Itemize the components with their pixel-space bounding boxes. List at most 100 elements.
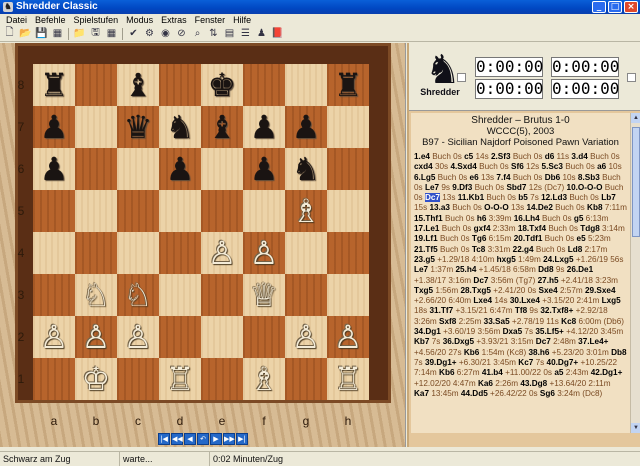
square-b8[interactable]	[75, 64, 117, 106]
back-button[interactable]: ◀	[184, 433, 196, 445]
move-token[interactable]: a5	[554, 368, 563, 377]
move-token[interactable]: 15.Thf1	[414, 214, 443, 223]
menu-extras[interactable]: Extras	[157, 14, 191, 26]
square-f7[interactable]: ♟	[243, 106, 285, 148]
move-token[interactable]: Sg6	[540, 389, 555, 398]
move-token[interactable]: 29.Sxe4	[585, 286, 616, 295]
move-token[interactable]: 39.Dg1+	[425, 358, 457, 367]
close-button[interactable]: ×	[624, 1, 638, 13]
white-piece-icon[interactable]: ♖	[334, 363, 363, 395]
square-h4[interactable]	[327, 232, 369, 274]
black-piece-icon[interactable]: ♜	[40, 69, 69, 101]
square-d8[interactable]	[159, 64, 201, 106]
square-f5[interactable]	[243, 190, 285, 232]
square-h5[interactable]	[327, 190, 369, 232]
move-token[interactable]: gxf4	[474, 224, 491, 233]
hint-icon[interactable]: ◉	[158, 27, 173, 41]
move-token[interactable]: 41.b4	[482, 368, 503, 377]
move-token[interactable]: 34.Dg1	[414, 327, 441, 336]
notation-pane[interactable]: Shredder – Brutus 1-0 WCCC(5), 2003 B97 …	[411, 113, 630, 433]
forward-button[interactable]: ▶	[210, 433, 222, 445]
square-d2[interactable]	[159, 316, 201, 358]
move-token[interactable]: 7.f4	[496, 173, 510, 182]
move-token[interactable]: 28.Txg5	[460, 286, 491, 295]
new-icon[interactable]: 🗋	[2, 27, 17, 41]
move-token[interactable]: 44.Dd5	[461, 389, 488, 398]
move-token[interactable]: Dc7	[424, 193, 440, 203]
move-token[interactable]: e6	[470, 173, 479, 182]
notation-scrollbar[interactable]: ▲ ▼	[630, 113, 640, 433]
move-token[interactable]: Dc7	[536, 337, 551, 346]
move-token[interactable]: 16.Lh4	[514, 214, 540, 223]
move-token[interactable]: 33.Sa5	[484, 317, 510, 326]
move-token[interactable]: 36.Dxg5	[443, 337, 474, 346]
square-e5[interactable]	[201, 190, 243, 232]
move-token[interactable]: 43.Dg8	[520, 379, 547, 388]
move-token[interactable]: Ka6	[478, 379, 493, 388]
square-h1[interactable]: ♖	[327, 358, 369, 400]
scroll-up-arrow[interactable]: ▲	[631, 113, 640, 123]
move-token[interactable]: 42.Dg1+	[591, 368, 623, 377]
square-d4[interactable]	[159, 232, 201, 274]
move-token[interactable]: Le7	[414, 265, 428, 274]
engine-icon[interactable]: ⚙	[142, 27, 157, 41]
black-piece-icon[interactable]: ♜	[334, 69, 363, 101]
black-piece-icon[interactable]: ♝	[208, 111, 237, 143]
move-token[interactable]: 19.Lf1	[414, 234, 438, 243]
square-e4[interactable]: ♙	[201, 232, 243, 274]
move-token[interactable]: Txg5	[414, 286, 433, 295]
takeback-button[interactable]: ↶	[197, 433, 209, 445]
square-b1[interactable]: ♔	[75, 358, 117, 400]
white-piece-icon[interactable]: ♙	[82, 321, 111, 353]
move-token[interactable]: Sxe4	[539, 286, 558, 295]
square-c2[interactable]: ♙	[117, 316, 159, 358]
move-token[interactable]: Kb8	[587, 203, 602, 212]
white-piece-icon[interactable]: ♙	[292, 321, 321, 353]
move-token[interactable]: 11.Kb1	[458, 193, 484, 202]
square-a7[interactable]: ♟	[33, 106, 75, 148]
square-a2[interactable]: ♙	[33, 316, 75, 358]
move-token[interactable]: Kb6	[439, 368, 454, 377]
white-piece-icon[interactable]: ♗	[292, 195, 321, 227]
square-b6[interactable]	[75, 148, 117, 190]
position-icon[interactable]: ▦	[104, 27, 119, 41]
move-token[interactable]: Sxf8	[439, 317, 456, 326]
square-h6[interactable]	[327, 148, 369, 190]
move-token[interactable]: 38.h6	[528, 348, 549, 357]
square-f3[interactable]: ♕	[243, 274, 285, 316]
square-h2[interactable]: ♙	[327, 316, 369, 358]
square-e6[interactable]	[201, 148, 243, 190]
move-token[interactable]: Tf8	[515, 306, 527, 315]
square-c1[interactable]	[117, 358, 159, 400]
square-a8[interactable]: ♜	[33, 64, 75, 106]
square-a5[interactable]	[33, 190, 75, 232]
move-token[interactable]: 27.h5	[538, 276, 559, 285]
move-token[interactable]: Kc7	[518, 358, 533, 367]
move-token[interactable]: 2.Sf3	[491, 152, 511, 161]
square-b5[interactable]	[75, 190, 117, 232]
move-token[interactable]: 37.Le4+	[578, 337, 608, 346]
white-piece-icon[interactable]: ♕	[250, 279, 279, 311]
move-token[interactable]: Kb7	[414, 337, 429, 346]
square-b7[interactable]	[75, 106, 117, 148]
menu-fenster[interactable]: Fenster	[191, 14, 230, 26]
flip-board-icon[interactable]: ⇅	[206, 27, 221, 41]
move-token[interactable]: Ka7	[414, 389, 429, 398]
move-token[interactable]: cxd4	[414, 162, 433, 171]
white-piece-icon[interactable]: ♙	[124, 321, 153, 353]
square-g8[interactable]	[285, 64, 327, 106]
square-a3[interactable]	[33, 274, 75, 316]
move-token[interactable]: 22.g4	[513, 245, 534, 254]
move-token[interactable]: 20.Tdf1	[514, 234, 543, 243]
move-token[interactable]: Kb6	[464, 348, 479, 357]
open-database-icon[interactable]: 📁	[72, 27, 87, 41]
chess-board[interactable]: ♜ ♝ ♚ ♜ ♟ ♛ ♞ ♝ ♟ ♟ ♟ ♟ ♟ ♞ ♗ ♙ ♙ ♘ ♘ ♕ ♙ ♙ ♙ ♙ ♙ ♔ ♖ ♗ ♖	[33, 64, 369, 400]
square-c3[interactable]: ♘	[117, 274, 159, 316]
move-token[interactable]: Dc7	[473, 276, 488, 285]
scroll-thumb[interactable]	[632, 127, 640, 237]
black-piece-icon[interactable]: ♟	[40, 153, 69, 185]
square-e3[interactable]	[201, 274, 243, 316]
square-f4[interactable]: ♙	[243, 232, 285, 274]
square-b4[interactable]	[75, 232, 117, 274]
white-piece-icon[interactable]: ♙	[250, 237, 279, 269]
